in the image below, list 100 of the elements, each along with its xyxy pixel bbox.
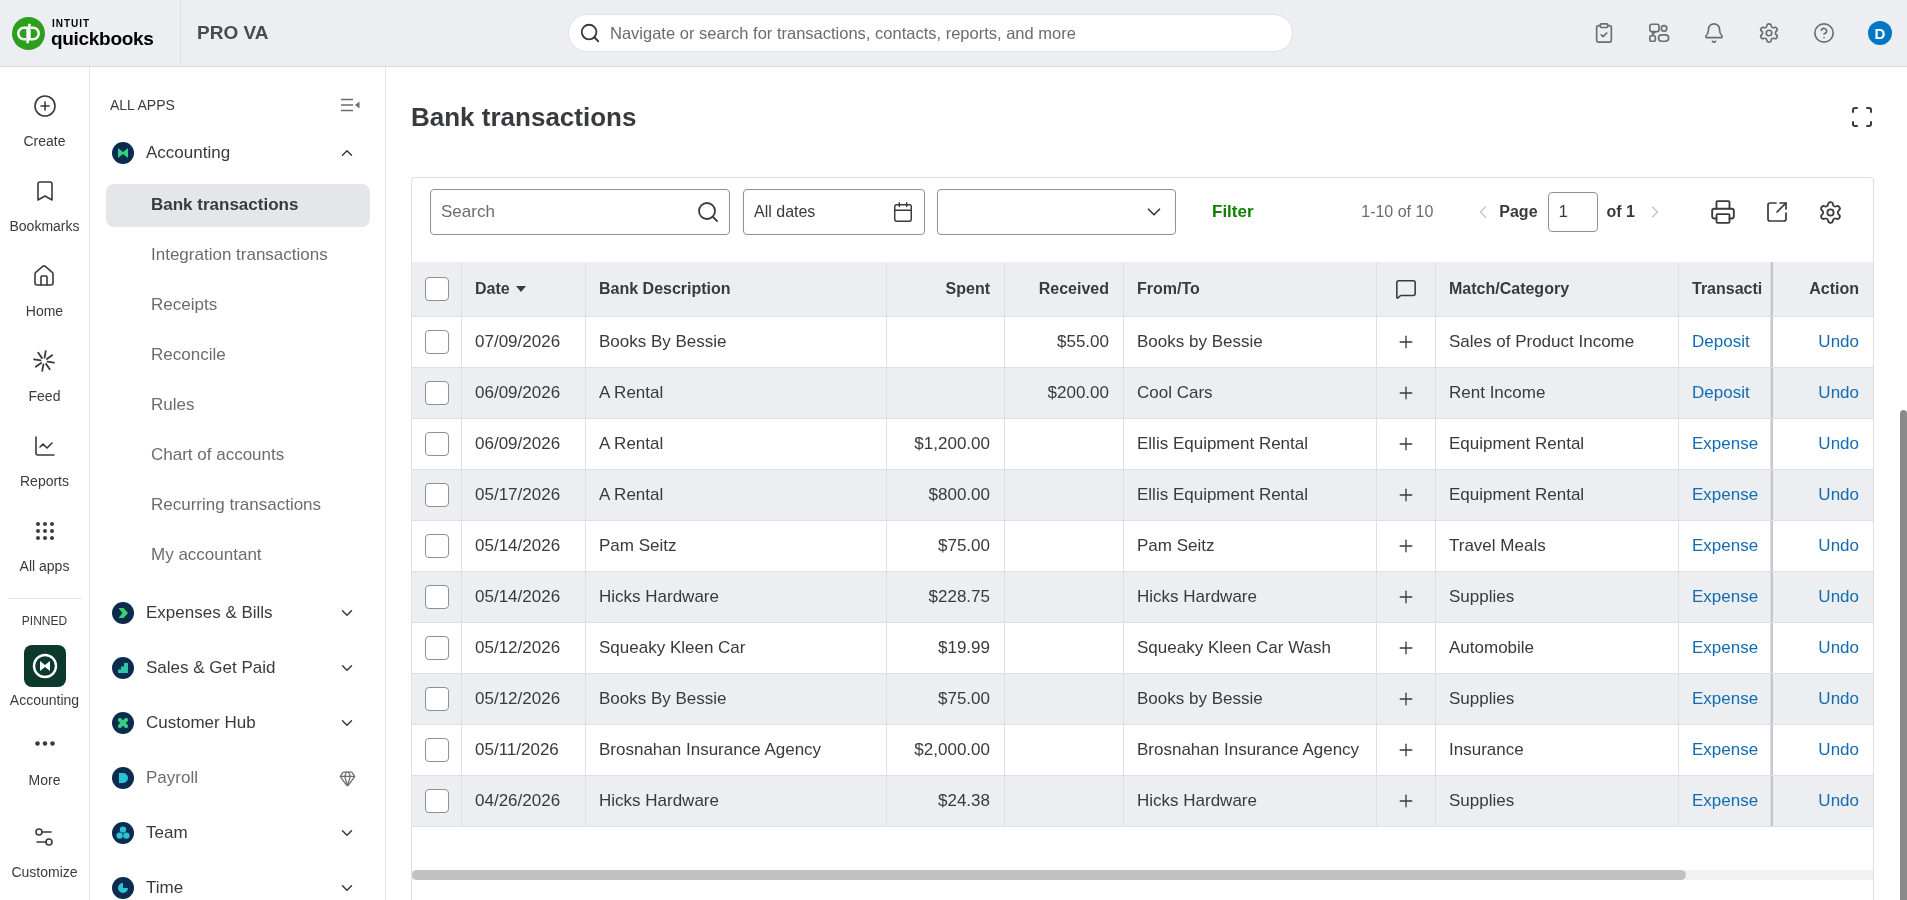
table-cell: Rent Income (1436, 368, 1679, 418)
app-menu-item[interactable]: Customer Hub (106, 711, 370, 735)
rail-item[interactable]: More (28, 741, 61, 788)
nav-item[interactable]: Rules (106, 383, 370, 427)
table-cell: A Rental (586, 470, 887, 520)
app-menu-item[interactable]: Accounting (106, 141, 370, 165)
action-link[interactable]: Undo (1818, 332, 1859, 352)
nav-item[interactable]: My accountant (106, 533, 370, 577)
action-link[interactable]: Undo (1818, 485, 1859, 505)
action-link[interactable]: Undo (1818, 740, 1859, 760)
rail-item[interactable]: Reports (20, 434, 69, 489)
nav-item[interactable]: Bank transactions (106, 183, 370, 227)
scrollbar-thumb[interactable] (1900, 410, 1907, 900)
export-icon[interactable] (1765, 200, 1789, 224)
action-link[interactable]: Undo (1818, 383, 1859, 403)
action-link[interactable]: Undo (1818, 434, 1859, 454)
row-checkbox[interactable] (425, 330, 449, 354)
transaction-link[interactable]: Expense (1692, 638, 1759, 658)
rail-item[interactable]: Feed (28, 349, 61, 404)
column-header[interactable]: Received (1005, 262, 1124, 316)
transaction-link[interactable]: Expense (1692, 740, 1759, 760)
row-checkbox[interactable] (425, 534, 449, 558)
table-cell: Supplies (1436, 674, 1679, 724)
column-header[interactable]: Spent (887, 262, 1005, 316)
date-filter[interactable]: All dates (743, 189, 925, 235)
select-field[interactable] (937, 189, 1176, 235)
chevron-badge-icon (112, 602, 134, 624)
column-header[interactable]: Transacti (1679, 262, 1771, 316)
nav-item[interactable]: Recurring transactions (106, 483, 370, 527)
rail-item[interactable]: Bookmarks (9, 179, 80, 234)
transaction-link[interactable]: Expense (1692, 587, 1759, 607)
column-header[interactable]: Match/Category (1436, 262, 1679, 316)
clipboard-check-icon[interactable] (1593, 22, 1615, 44)
table-cell: Hicks Hardware (586, 776, 887, 826)
home-icon (32, 264, 57, 288)
transaction-link[interactable]: Expense (1692, 485, 1759, 505)
transaction-link[interactable]: Expense (1692, 536, 1759, 556)
app-menu-item[interactable]: Time (106, 876, 370, 900)
row-checkbox[interactable] (425, 381, 449, 405)
action-link[interactable]: Undo (1818, 638, 1859, 658)
row-checkbox[interactable] (425, 432, 449, 456)
help-icon[interactable] (1813, 22, 1835, 44)
steps-badge-icon (112, 657, 134, 679)
transaction-link[interactable]: Expense (1692, 434, 1759, 454)
collapse-icon[interactable] (340, 98, 360, 112)
settings-icon[interactable] (1818, 199, 1843, 225)
rail-item[interactable]: All apps (19, 519, 70, 574)
nav-item[interactable]: Chart of accounts (106, 433, 370, 477)
rail-item[interactable]: Customize (11, 825, 78, 880)
filter-button[interactable]: Filter (1212, 202, 1254, 222)
select-all-checkbox[interactable] (425, 277, 449, 301)
row-checkbox[interactable] (425, 585, 449, 609)
half-disc-badge-icon (112, 767, 134, 789)
transaction-link[interactable]: Deposit (1692, 383, 1750, 403)
table-cell: $200.00 (1005, 368, 1124, 418)
app-menu-item[interactable]: Payroll (106, 766, 370, 790)
action-link[interactable]: Undo (1818, 536, 1859, 556)
row-checkbox[interactable] (425, 483, 449, 507)
column-header[interactable]: From/To (1124, 262, 1377, 316)
table-cell: Books by Bessie (1124, 674, 1377, 724)
table-cell: Pam Seitz (586, 521, 887, 571)
page-field[interactable]: 1 (1547, 192, 1598, 232)
table-cell: 05/14/2026 (462, 572, 586, 622)
column-header[interactable]: Date (462, 262, 586, 316)
avatar[interactable]: D (1868, 21, 1892, 45)
rail-item[interactable]: Accounting (9, 645, 80, 708)
nav-item[interactable]: Reconcile (106, 333, 370, 377)
transaction-link[interactable]: Expense (1692, 689, 1759, 709)
table-cell: Squeaky Kleen Car Wash (1124, 623, 1377, 673)
row-checkbox[interactable] (425, 789, 449, 813)
bell-icon[interactable] (1703, 22, 1725, 44)
comment-icon[interactable] (1395, 278, 1417, 300)
trefoil-badge-icon (112, 822, 134, 844)
action-link[interactable]: Undo (1818, 689, 1859, 709)
column-header[interactable]: Bank Description (586, 262, 887, 316)
table-cell: Ellis Equipment Rental (1124, 470, 1377, 520)
action-link[interactable]: Undo (1818, 791, 1859, 811)
nav-item[interactable]: Receipts (106, 283, 370, 327)
table-cell: Brosnahan Insurance Agency (586, 725, 887, 775)
rail-item[interactable]: Create (23, 94, 66, 149)
transaction-link[interactable]: Expense (1692, 791, 1759, 811)
search-field[interactable]: Search (430, 189, 730, 235)
row-checkbox[interactable] (425, 687, 449, 711)
chat-person-icon[interactable] (1648, 22, 1670, 44)
row-checkbox[interactable] (425, 636, 449, 660)
table-cell: 07/09/2026 (462, 317, 586, 367)
app-menu-item[interactable]: Sales & Get Paid (106, 656, 370, 680)
transaction-link[interactable]: Deposit (1692, 332, 1750, 352)
action-link[interactable]: Undo (1818, 587, 1859, 607)
table-cell: Insurance (1436, 725, 1679, 775)
table-cell: $2,000.00 (887, 725, 1005, 775)
app-menu-item[interactable]: Team (106, 821, 370, 845)
print-icon[interactable] (1710, 199, 1736, 225)
logo-icon[interactable] (12, 16, 45, 50)
rail-item[interactable]: Home (25, 264, 64, 319)
table-cell: Equipment Rental (1436, 470, 1679, 520)
row-checkbox[interactable] (425, 738, 449, 762)
expand-icon[interactable] (1850, 105, 1874, 129)
nav-item[interactable]: Integration transactions (106, 233, 370, 277)
app-menu-item[interactable]: Expenses & Bills (106, 601, 370, 625)
